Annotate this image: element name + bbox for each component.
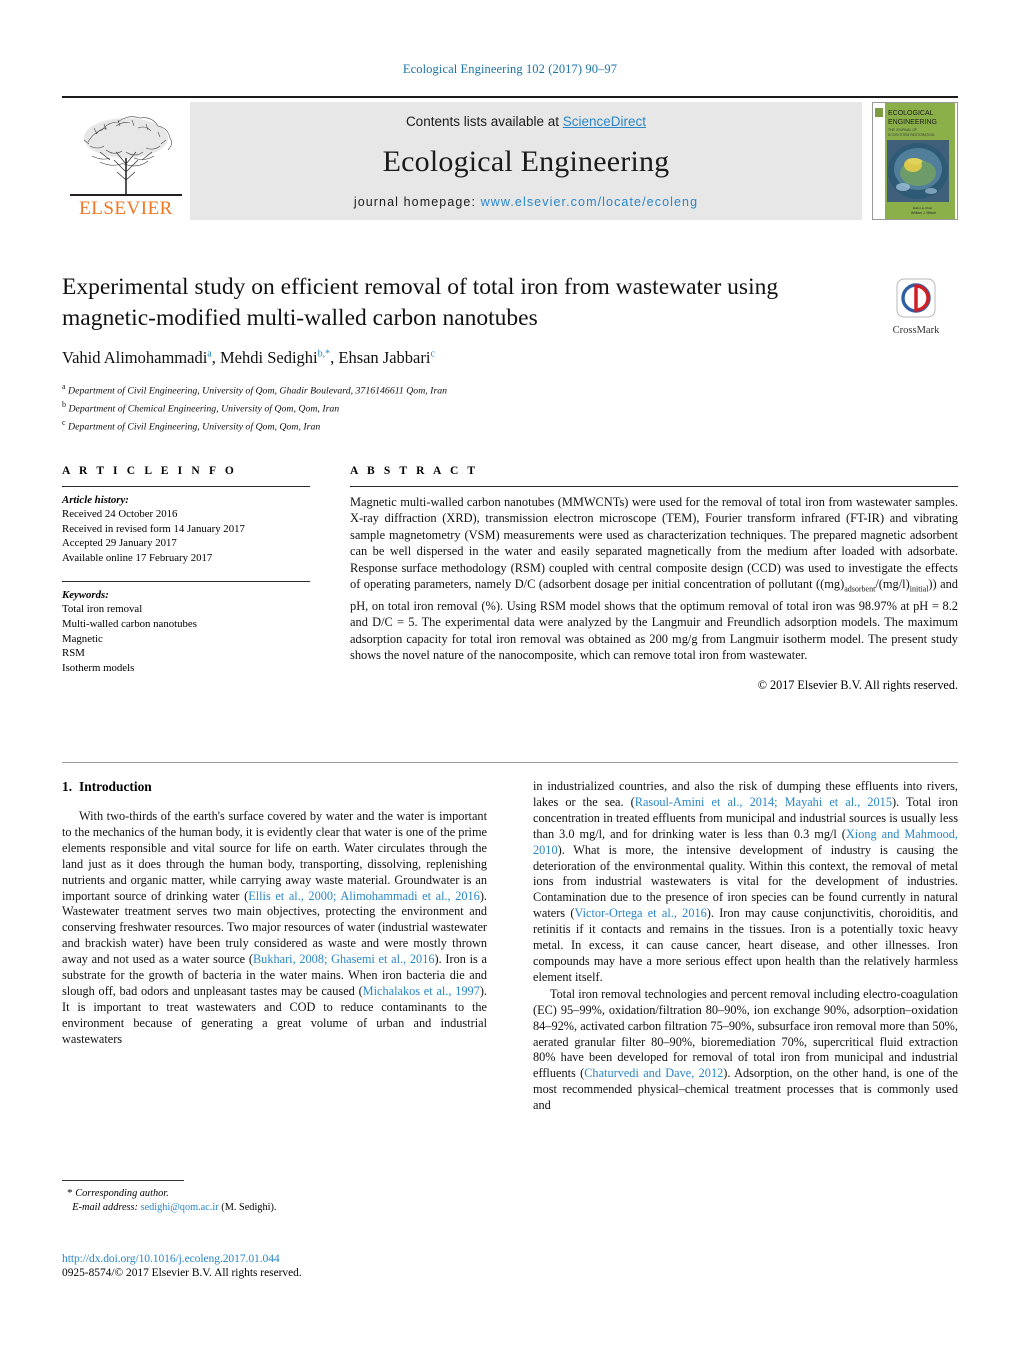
- homepage-prefix: journal homepage:: [353, 195, 481, 209]
- abstract-copyright: © 2017 Elsevier B.V. All rights reserved…: [757, 677, 958, 692]
- author-affil-mark: c: [430, 348, 435, 360]
- issn-copyright-line: 0925-8574/© 2017 Elsevier B.V. All right…: [62, 1267, 302, 1279]
- section-number: 1.: [62, 779, 73, 794]
- svg-text:ENGINEERING: ENGINEERING: [888, 119, 937, 126]
- keyword-item: Multi-walled carbon nanotubes: [62, 617, 197, 630]
- abstract-part-1: Magnetic multi-walled carbon nanotubes (…: [350, 495, 958, 592]
- affiliation-text: Department of Civil Engineering, Univers…: [68, 385, 448, 397]
- author-name: Mehdi Sedighi: [219, 348, 318, 367]
- svg-text:ECOLOGICAL: ECOLOGICAL: [888, 110, 934, 117]
- elsevier-tree-icon: [70, 116, 182, 196]
- email-label: E-mail address:: [72, 1202, 138, 1213]
- svg-text:THE JOURNAL OF: THE JOURNAL OF: [888, 128, 917, 132]
- contents-prefix: Contents lists available at: [405, 114, 563, 129]
- email-link[interactable]: sedighi@qom.ac.ir: [141, 1202, 219, 1213]
- svg-text:William J. Mitsch: William J. Mitsch: [911, 211, 936, 215]
- cover-artwork: ECOLOGICAL ENGINEERING THE JOURNAL OF EC…: [873, 103, 955, 219]
- title-block: Experimental study on efficient removal …: [62, 272, 958, 433]
- affiliation-mark: a: [62, 382, 66, 391]
- author-name: Ehsan Jabbari: [338, 348, 431, 367]
- footnote-body: * Corresponding author. E-mail address: …: [62, 1186, 487, 1215]
- paragraph: Total iron removal technologies and perc…: [533, 987, 958, 1114]
- affiliation-text: Department of Civil Engineering, Univers…: [68, 420, 321, 432]
- keyword-item: Isotherm models: [62, 661, 135, 674]
- history-item: Available online 17 February 2017: [62, 551, 213, 564]
- citation-link[interactable]: Chaturvedi and Dave, 2012: [584, 1066, 723, 1080]
- contents-available-line: Contents lists available at ScienceDirec…: [406, 114, 646, 129]
- section-heading-introduction: 1. Introduction: [62, 779, 487, 795]
- journal-homepage-line: journal homepage: www.elsevier.com/locat…: [354, 195, 698, 209]
- article-info-heading: A R T I C L E I N F O: [62, 465, 237, 477]
- abstract-sub-adsorbent: adsorbent: [844, 584, 876, 594]
- keywords-list: Total iron removal Multi-walled carbon n…: [62, 602, 310, 675]
- journal-cover-thumbnail: ECOLOGICAL ENGINEERING THE JOURNAL OF EC…: [872, 102, 958, 220]
- body-column-left: 1. Introduction With two-thirds of the ea…: [62, 779, 487, 1048]
- running-head: Ecological Engineering 102 (2017) 90–97: [402, 62, 618, 76]
- svg-text:ECOSYSTEM RESTORATION: ECOSYSTEM RESTORATION: [888, 133, 935, 137]
- sciencedirect-link[interactable]: ScienceDirect: [563, 114, 646, 129]
- footnote-line: * Corresponding author.: [62, 1186, 487, 1201]
- abstract-text: Magnetic multi-walled carbon nanotubes (…: [350, 494, 958, 664]
- abstract-column: A B S T R A C T Magnetic multi-walled ca…: [350, 465, 958, 693]
- affiliation-mark: b: [62, 399, 66, 409]
- affiliation-list: a Department of Civil Engineering, Unive…: [62, 380, 958, 433]
- article-history-label: Article history:: [62, 494, 129, 506]
- divider: [62, 1180, 184, 1181]
- article-history-list: Received 24 October 2016 Received in rev…: [62, 507, 310, 565]
- corresponding-author-text: Corresponding author.: [75, 1188, 169, 1199]
- affiliation-text: Department of Chemical Engineering, Univ…: [68, 403, 340, 415]
- svg-text:Editor-in-Chief: Editor-in-Chief: [913, 206, 932, 210]
- journal-homepage-url[interactable]: www.elsevier.com/locate/ecoleng: [481, 195, 699, 209]
- affiliation-item: a Department of Civil Engineering, Unive…: [62, 380, 958, 398]
- footnote-asterisk: *: [67, 1187, 73, 1199]
- abstract-sub-initial: initial: [909, 584, 929, 594]
- paragraph: in industrialized countries, and also th…: [533, 779, 958, 986]
- footnote-line: E-mail address: sedighi@qom.ac.ir (M. Se…: [62, 1201, 487, 1215]
- journal-masthead: ELSEVIER Contents lists available at Sci…: [62, 96, 958, 220]
- affiliation-mark: c: [62, 417, 66, 427]
- keyword-item: Total iron removal: [62, 603, 143, 616]
- author-separator: ,: [211, 348, 220, 367]
- history-item: Accepted 29 January 2017: [62, 537, 177, 550]
- crossmark-icon[interactable]: [896, 278, 936, 318]
- doi-link[interactable]: http://dx.doi.org/10.1016/j.ecoleng.2017…: [62, 1252, 487, 1265]
- keywords-label: Keywords:: [62, 589, 109, 602]
- paragraph: With two-thirds of the earth's surface c…: [62, 809, 487, 1048]
- journal-title: Ecological Engineering: [382, 145, 670, 178]
- article-page: Ecological Engineering 102 (2017) 90–97: [0, 0, 1020, 1351]
- crossmark-badge[interactable]: CrossMark: [874, 278, 958, 336]
- elsevier-wordmark: ELSEVIER: [79, 198, 173, 219]
- masthead-center: Contents lists available at ScienceDirec…: [190, 102, 862, 220]
- body-section: 1. Introduction With two-thirds of the ea…: [62, 762, 958, 1112]
- citation-link[interactable]: Bukhari, 2008; Ghasemi et al., 2016: [253, 952, 435, 966]
- author-affil-mark: b,*: [317, 348, 331, 360]
- history-item: Received 24 October 2016: [62, 508, 178, 520]
- keyword-item: Magnetic: [62, 632, 103, 645]
- article-info-column: A R T I C L E I N F O Article history: R…: [62, 465, 310, 675]
- divider: [350, 486, 958, 487]
- author-name: Vahid Alimohammadi: [62, 348, 208, 367]
- citation-link[interactable]: Michalakos et al., 1997: [363, 984, 480, 998]
- affiliation-item: c Department of Civil Engineering, Unive…: [62, 416, 958, 434]
- divider: [62, 486, 310, 487]
- footer-doi-block: http://dx.doi.org/10.1016/j.ecoleng.2017…: [62, 1252, 487, 1279]
- page-title: Experimental study on efficient removal …: [62, 274, 779, 331]
- crossmark-label: CrossMark: [892, 325, 940, 336]
- divider: [62, 581, 310, 583]
- citation-link[interactable]: Victor-Ortega et al., 2016: [574, 906, 706, 920]
- author-list: Vahid Alimohammadia, Mehdi Sedighib,*, E…: [62, 348, 958, 368]
- body-column-right: in industrialized countries, and also th…: [533, 779, 958, 1114]
- section-title: Introduction: [79, 779, 152, 794]
- citation-link[interactable]: Rasoul-Amini et al., 2014; Mayahi et al.…: [635, 795, 892, 809]
- keyword-item: RSM: [62, 647, 85, 660]
- elsevier-logo: ELSEVIER: [62, 102, 190, 220]
- history-item: Received in revised form 14 January 2017: [62, 522, 245, 535]
- abstract-part-2: /(mg/l): [875, 577, 910, 592]
- abstract-heading: A B S T R A C T: [350, 465, 479, 477]
- affiliation-item: b Department of Chemical Engineering, Un…: [62, 398, 958, 416]
- corresponding-author-footnote: * Corresponding author. E-mail address: …: [62, 1180, 487, 1215]
- email-owner: (M. Sedighi).: [221, 1202, 277, 1213]
- citation-link[interactable]: Ellis et al., 2000; Alimohammadi et al.,…: [248, 889, 480, 903]
